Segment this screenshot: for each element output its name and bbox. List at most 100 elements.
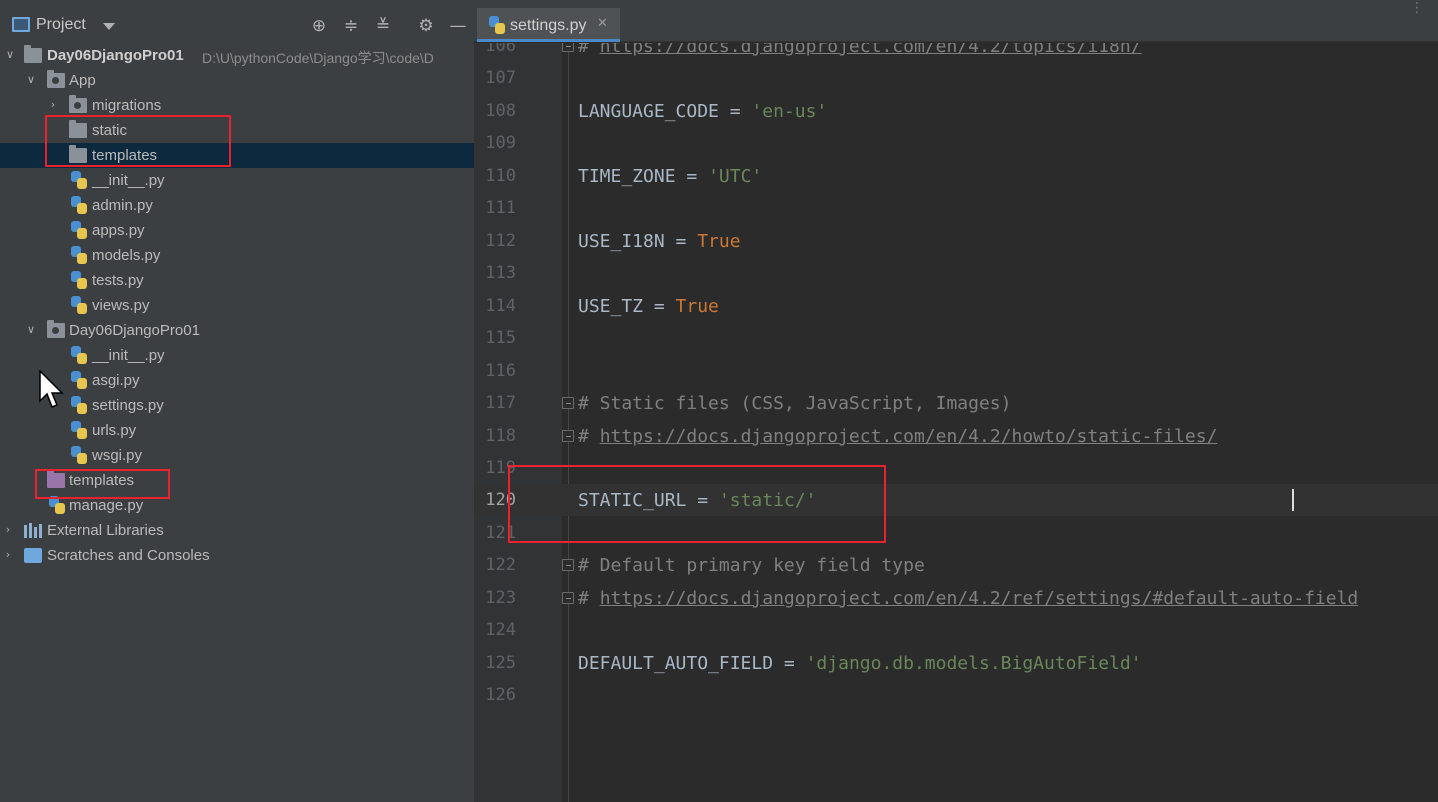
project-tool-window: Project ⊕ ≑ ≚ ⚙ — ∨ Day06DjangoPro01 D:\… [0, 0, 474, 802]
code-line[interactable]: 110 TIME_ZONE = 'UTC' [474, 160, 1438, 192]
code-line[interactable]: 111 [474, 192, 1438, 224]
line-number: 108 [485, 101, 516, 121]
code-line[interactable]: 123 # https://docs.djangoproject.com/en/… [474, 582, 1438, 614]
tree-item-label: __init__.py [92, 172, 165, 189]
line-number: 106 [485, 43, 516, 56]
tree-item-file[interactable]: urls.py [0, 418, 474, 443]
close-icon[interactable]: ✕ [597, 16, 608, 31]
fold-marker-icon[interactable] [562, 43, 574, 52]
code-line[interactable]: 124 [474, 614, 1438, 646]
tab-settings-py[interactable]: settings.py ✕ [477, 8, 620, 42]
tree-item-file[interactable]: models.py [0, 243, 474, 268]
setting-name: LANGUAGE_CODE [578, 101, 719, 122]
tree-item-file[interactable]: wsgi.py [0, 443, 474, 468]
gear-icon[interactable]: ⚙ [415, 15, 437, 37]
tree-item-file[interactable]: asgi.py [0, 368, 474, 393]
tree-item-file[interactable]: views.py [0, 293, 474, 318]
code-line[interactable]: 112 USE_I18N = True [474, 225, 1438, 257]
code-area[interactable]: 106 # https://docs.djangoproject.com/en/… [474, 43, 1438, 802]
project-view-selector[interactable]: Project [36, 16, 86, 34]
code-line[interactable]: 114 USE_TZ = True [474, 290, 1438, 322]
chevron-right-icon[interactable]: › [2, 524, 14, 536]
code-line[interactable]: 108 LANGUAGE_CODE = 'en-us' [474, 95, 1438, 127]
tree-item-label: Scratches and Consoles [47, 547, 210, 564]
tree-item-file[interactable]: admin.py [0, 193, 474, 218]
tree-item-label: models.py [92, 247, 161, 264]
chevron-down-icon[interactable]: ∨ [4, 49, 16, 61]
line-number: 115 [485, 328, 516, 348]
tree-item-label: apps.py [92, 222, 145, 239]
python-file-icon [489, 16, 505, 34]
tree-item-label: settings.py [92, 397, 164, 414]
tree-item-file[interactable]: __init__.py [0, 343, 474, 368]
code-text: TIME_ZONE = 'UTC' [578, 166, 763, 187]
line-number: 118 [485, 426, 516, 446]
code-editor: settings.py ✕ ⋮ 106 # https://docs.djang… [474, 0, 1438, 802]
tree-item-file[interactable]: tests.py [0, 268, 474, 293]
code-line[interactable]: 118 # https://docs.djangoproject.com/en/… [474, 420, 1438, 452]
line-number: 126 [485, 685, 516, 705]
tree-item-app[interactable]: ∨ App [0, 68, 474, 93]
minimize-icon[interactable]: — [447, 15, 469, 37]
code-line[interactable]: 113 [474, 257, 1438, 289]
locate-file-icon[interactable]: ⊕ [308, 15, 330, 37]
setting-name: DEFAULT_AUTO_FIELD [578, 653, 774, 674]
chevron-right-icon[interactable]: › [47, 99, 59, 111]
python-file-icon [71, 446, 87, 464]
tree-item-label: External Libraries [47, 522, 164, 539]
chevron-down-icon[interactable]: ∨ [25, 74, 37, 86]
code-line[interactable]: 116 [474, 355, 1438, 387]
code-line[interactable]: 122 # Default primary key field type [474, 549, 1438, 581]
tree-item-file[interactable]: __init__.py [0, 168, 474, 193]
line-number: 117 [485, 393, 516, 413]
code-line[interactable]: 117 # Static files (CSS, JavaScript, Ima… [474, 387, 1438, 419]
tree-item-label: migrations [92, 97, 162, 114]
code-text: # https://docs.djangoproject.com/en/4.2/… [578, 588, 1359, 609]
chevron-down-icon[interactable]: ∨ [25, 324, 37, 336]
line-number: 123 [485, 588, 516, 608]
setting-value: True [675, 296, 719, 317]
tree-item-scratches[interactable]: › Scratches and Consoles [0, 543, 474, 568]
line-number: 110 [485, 166, 516, 186]
comment-link[interactable]: https://docs.djangoproject.com/en/4.2/ho… [600, 426, 1218, 447]
code-line[interactable]: 125 DEFAULT_AUTO_FIELD = 'django.db.mode… [474, 647, 1438, 679]
package-folder-icon [47, 320, 65, 338]
tree-item-label: views.py [92, 297, 150, 314]
line-number: 125 [485, 653, 516, 673]
code-text: LANGUAGE_CODE = 'en-us' [578, 101, 828, 122]
chevron-down-icon[interactable] [103, 23, 115, 30]
tree-item-file[interactable]: settings.py [0, 393, 474, 418]
comment-link[interactable]: https://docs.djangoproject.com/en/4.2/re… [600, 588, 1359, 609]
annotation-box-root-templates [35, 469, 170, 499]
code-line[interactable]: 107 [474, 62, 1438, 94]
chevron-right-icon[interactable]: › [2, 549, 14, 561]
python-file-icon [71, 346, 87, 364]
expand-all-icon[interactable]: ≑ [340, 15, 362, 37]
tree-item-project-root[interactable]: ∨ Day06DjangoPro01 D:\U\pythonCode\Djang… [0, 43, 474, 68]
tree-item-label: App [69, 72, 96, 89]
project-panel-header: Project ⊕ ≑ ≚ ⚙ — [0, 0, 474, 42]
tree-item-project-package[interactable]: ∨ Day06DjangoPro01 [0, 318, 474, 343]
line-number: 111 [485, 198, 516, 218]
collapse-all-icon[interactable]: ≚ [372, 15, 394, 37]
fold-marker-icon[interactable] [562, 592, 574, 604]
line-number: 112 [485, 231, 516, 251]
fold-marker-icon[interactable] [562, 559, 574, 571]
tree-item-label: urls.py [92, 422, 137, 439]
tree-item-file[interactable]: apps.py [0, 218, 474, 243]
setting-value: 'en-us' [751, 101, 828, 122]
setting-name: USE_I18N [578, 231, 665, 252]
code-comment: # Static files (CSS, JavaScript, Images) [578, 393, 1012, 414]
code-line[interactable]: 106 # https://docs.djangoproject.com/en/… [474, 43, 1438, 62]
comment-link[interactable]: https://docs.djangoproject.com/en/4.2/to… [600, 43, 1142, 57]
fold-marker-icon[interactable] [562, 430, 574, 442]
code-line[interactable]: 109 [474, 127, 1438, 159]
setting-value: True [697, 231, 741, 252]
tree-item-label: __init__.py [92, 347, 165, 364]
tab-overflow-icon[interactable]: ⋮ [1410, 0, 1424, 16]
tab-label: settings.py [510, 17, 587, 34]
code-line[interactable]: 126 [474, 679, 1438, 711]
fold-marker-icon[interactable] [562, 397, 574, 409]
code-line[interactable]: 115 [474, 322, 1438, 354]
tree-item-external-libraries[interactable]: › External Libraries [0, 518, 474, 543]
